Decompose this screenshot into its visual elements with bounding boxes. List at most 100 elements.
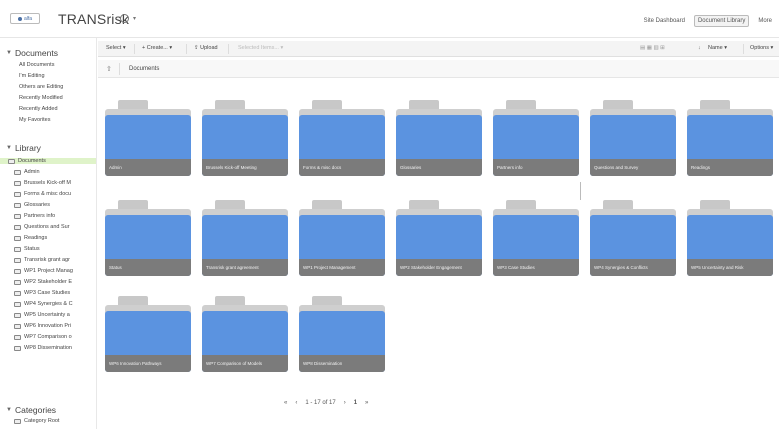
folder-tile[interactable]: WP6 Innovation Pathways (105, 296, 191, 372)
sidebar: ▼ Documents All Documents I'm Editing Ot… (0, 38, 97, 429)
sidebar-item-others-editing[interactable]: Others are Editing (19, 84, 63, 90)
sidebar-item-category-root[interactable]: Category Root (14, 418, 96, 424)
folder-tile[interactable]: WP1 Project Management (299, 200, 385, 276)
sidebar-item-label: WP8 Dissemination (24, 345, 72, 351)
folder-tile[interactable]: Partners info (493, 100, 579, 176)
folder-tile[interactable]: WP3 Case Studies (493, 200, 579, 276)
chevron-down-icon[interactable]: ▾ (133, 15, 136, 22)
sidebar-item-label: Category Root (24, 418, 60, 424)
folder-icon (14, 180, 21, 186)
sort-field-button[interactable]: Name ▾ (708, 45, 727, 51)
folder-tile[interactable]: Readings (687, 100, 773, 176)
sidebar-library-item[interactable]: Forms & misc docu (14, 191, 96, 197)
sidebar-library-item[interactable]: Questions and Sur (14, 224, 96, 230)
folder-label[interactable]: WP1 Project Management (299, 259, 385, 276)
sidebar-library-item[interactable]: WP3 Case Studies (14, 290, 96, 296)
document-library-link[interactable]: Document Library (693, 15, 750, 27)
folder-label[interactable]: WP3 Case Studies (493, 259, 579, 276)
folder-label[interactable]: WP8 Dissemination (299, 355, 385, 372)
folder-tile[interactable]: WP5 Uncertainty and Risk (687, 200, 773, 276)
folder-tile[interactable]: Questions and Survey (590, 100, 676, 176)
upload-button[interactable]: ⇪ Upload (194, 45, 218, 51)
options-button[interactable]: Options ▾ (750, 45, 773, 51)
create-button[interactable]: + Create... ▾ (142, 45, 172, 51)
sidebar-item-my-favorites[interactable]: My Favorites (19, 117, 50, 123)
folder-label[interactable]: Forms & misc docs (299, 159, 385, 176)
select-button[interactable]: Select ▾ (106, 45, 126, 51)
folder-icon (14, 191, 21, 197)
more-link[interactable]: More (755, 16, 775, 26)
folder-label[interactable]: Readings (687, 159, 773, 176)
view-toggle-icons[interactable]: ▤ ▦ ▥ ⊞ (640, 45, 665, 51)
folder-label[interactable]: Status (105, 259, 191, 276)
sidebar-library-item[interactable]: WP8 Dissemination (14, 345, 96, 351)
folder-tile[interactable]: WP8 Dissemination (299, 296, 385, 372)
folder-tile[interactable]: Admin (105, 100, 191, 176)
sidebar-library-item[interactable]: WP5 Uncertainty a (14, 312, 96, 318)
sidebar-library-item[interactable]: WP6 Innovation Pri (14, 323, 96, 329)
folder-tile[interactable]: WP2 Stakeholder Engagement (396, 200, 482, 276)
sidebar-item-label: WP2 Stakeholder E (24, 279, 72, 285)
folder-label[interactable]: WP4 Synergies & Conflicts (590, 259, 676, 276)
folder-tile[interactable]: WP7 Comparison of Models (202, 296, 288, 372)
sidebar-library-item[interactable]: WP7 Comparison o (14, 334, 96, 340)
folder-icon (14, 224, 21, 230)
sidebar-library-item[interactable]: Glossaries (14, 202, 96, 208)
sidebar-library-documents[interactable]: Documents (0, 158, 96, 164)
sidebar-library-item[interactable]: WP2 Stakeholder E (14, 279, 96, 285)
sidebar-library-item[interactable]: Transrisk grant agr (14, 257, 96, 263)
sidebar-library-item[interactable]: Admin (14, 169, 96, 175)
sidebar-library-item[interactable]: WP4 Synergies & C (14, 301, 96, 307)
sidebar-documents-heading[interactable]: ▼ Documents (6, 48, 58, 58)
folder-label[interactable]: Questions and Survey (590, 159, 676, 176)
folder-tile[interactable]: Glossaries (396, 100, 482, 176)
site-dashboard-link[interactable]: Site Dashboard (641, 16, 688, 26)
gear-icon[interactable] (120, 14, 129, 23)
folder-icon (14, 345, 21, 351)
sidebar-item-recently-modified[interactable]: Recently Modified (19, 95, 63, 101)
site-logo[interactable]: alfa (10, 13, 40, 24)
sidebar-item-recently-added[interactable]: Recently Added (19, 106, 58, 112)
sidebar-library-item[interactable]: Readings (14, 235, 96, 241)
folder-label[interactable]: Admin (105, 159, 191, 176)
sidebar-categories-heading[interactable]: ▼ Categories (6, 405, 56, 415)
first-page-button[interactable]: « (284, 400, 287, 406)
next-page-button[interactable]: › (344, 400, 346, 406)
folder-label[interactable]: Brussels Kick-off Meeting (202, 159, 288, 176)
sidebar-item-label: WP3 Case Studies (24, 290, 71, 296)
header-nav: Site Dashboard Document Library More (641, 15, 775, 27)
sidebar-library-item[interactable]: Status (14, 246, 96, 252)
toolbar-divider (134, 44, 135, 54)
selected-items-button[interactable]: Selected Items... ▾ (238, 45, 283, 51)
folder-icon (14, 235, 21, 241)
sidebar-item-label: Questions and Sur (24, 224, 70, 230)
sidebar-item-label: WP7 Comparison o (24, 334, 72, 340)
pagination: « ‹ 1 - 17 of 17 › 1 » (284, 400, 368, 406)
sidebar-item-im-editing[interactable]: I'm Editing (19, 73, 45, 79)
folder-label[interactable]: Transrisk grant agreement (202, 259, 288, 276)
folder-up-icon[interactable]: ⇧ (106, 65, 112, 73)
folder-label[interactable]: WP7 Comparison of Models (202, 355, 288, 372)
folder-label[interactable]: Glossaries (396, 159, 482, 176)
sidebar-library-item[interactable]: WP1 Project Manag (14, 268, 96, 274)
current-page[interactable]: 1 (354, 400, 357, 406)
folder-tile[interactable]: Forms & misc docs (299, 100, 385, 176)
site-title[interactable]: TRANSrisk (58, 11, 129, 27)
folder-label[interactable]: WP6 Innovation Pathways (105, 355, 191, 372)
sidebar-library-item[interactable]: Brussels Kick-off M (14, 180, 96, 186)
sidebar-item-label: Forms & misc docu (24, 191, 72, 197)
folder-label[interactable]: Partners info (493, 159, 579, 176)
breadcrumb-documents[interactable]: Documents (129, 66, 159, 72)
folder-tile[interactable]: Brussels Kick-off Meeting (202, 100, 288, 176)
folder-tile[interactable]: WP4 Synergies & Conflicts (590, 200, 676, 276)
folder-tile[interactable]: Transrisk grant agreement (202, 200, 288, 276)
folder-label[interactable]: WP5 Uncertainty and Risk (687, 259, 773, 276)
last-page-button[interactable]: » (365, 400, 368, 406)
prev-page-button[interactable]: ‹ (295, 400, 297, 406)
sidebar-item-all-documents[interactable]: All Documents (19, 62, 54, 68)
sort-direction-icon[interactable]: ↓ (698, 45, 701, 51)
sidebar-library-item[interactable]: Partners info (14, 213, 96, 219)
folder-tile[interactable]: Status (105, 200, 191, 276)
sidebar-library-heading[interactable]: ▼ Library (6, 143, 41, 153)
folder-label[interactable]: WP2 Stakeholder Engagement (396, 259, 482, 276)
